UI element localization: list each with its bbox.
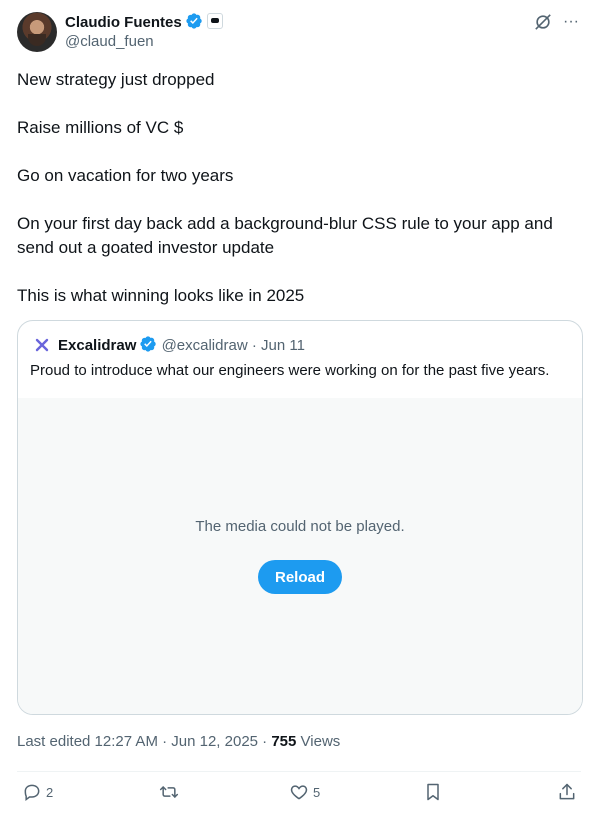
share-button[interactable] <box>557 782 577 802</box>
like-count: 5 <box>313 784 321 800</box>
grok-icon[interactable] <box>533 12 553 32</box>
more-icon[interactable]: ··· <box>561 12 581 32</box>
author-name-row[interactable]: Claudio Fuentes <box>65 12 223 33</box>
action-bar: 2 5 <box>17 782 581 806</box>
post-metadata: Last edited 12:27 AM · Jun 12, 2025 · 75… <box>17 733 340 750</box>
reply-icon <box>24 784 40 801</box>
repost-button[interactable] <box>159 782 179 802</box>
like-button[interactable]: 5 <box>289 782 320 802</box>
author-handle[interactable]: @claud_fuen <box>65 32 154 52</box>
views-label: Views <box>296 733 341 750</box>
verified-badge-icon <box>186 13 202 29</box>
reload-button[interactable]: Reload <box>258 560 342 594</box>
post-paragraph: New strategy just dropped <box>17 70 215 89</box>
media-error-message: The media could not be played. <box>195 518 405 535</box>
quoted-post[interactable]: Excalidraw @excalidraw · Jun 11 Proud to… <box>17 320 583 715</box>
author-avatar[interactable] <box>17 12 57 52</box>
reply-count: 2 <box>46 784 54 800</box>
repost-icon <box>159 786 179 798</box>
post-header-actions: ··· <box>533 12 581 32</box>
views-count: 755 <box>271 733 297 750</box>
quoted-post-date[interactable]: Jun 11 <box>261 337 305 354</box>
heart-icon <box>290 785 308 800</box>
verified-badge-icon <box>140 336 157 352</box>
author-name[interactable]: Claudio Fuentes <box>65 14 182 31</box>
post-paragraph: Raise millions of VC $ <box>17 118 184 137</box>
quoted-author-name[interactable]: Excalidraw <box>58 337 136 354</box>
edit-timestamp[interactable]: Last edited 12:27 AM · Jun 12, 2025 · <box>17 733 271 750</box>
divider <box>17 771 581 772</box>
reply-button[interactable]: 2 <box>22 782 53 802</box>
share-icon <box>559 783 575 800</box>
quoted-post-header: Excalidraw @excalidraw · Jun 11 <box>34 335 305 356</box>
excalidraw-logo-icon <box>35 338 49 352</box>
bookmark-icon <box>427 783 439 801</box>
quoted-author-handle: @excalidraw <box>161 337 248 354</box>
post-paragraph: Go on vacation for two years <box>17 166 234 185</box>
bookmark-button[interactable] <box>423 782 443 802</box>
separator: · <box>251 337 257 354</box>
post-paragraph: This is what winning looks like in 2025 <box>17 286 305 305</box>
affiliation-badge-icon[interactable] <box>206 13 223 29</box>
quoted-post-text: Proud to introduce what our engineers we… <box>30 362 550 379</box>
post-text: New strategy just dropped Raise millions… <box>17 68 577 332</box>
media-player: The media could not be played. Reload <box>18 398 582 714</box>
post-paragraph: On your first day back add a background-… <box>17 214 553 257</box>
